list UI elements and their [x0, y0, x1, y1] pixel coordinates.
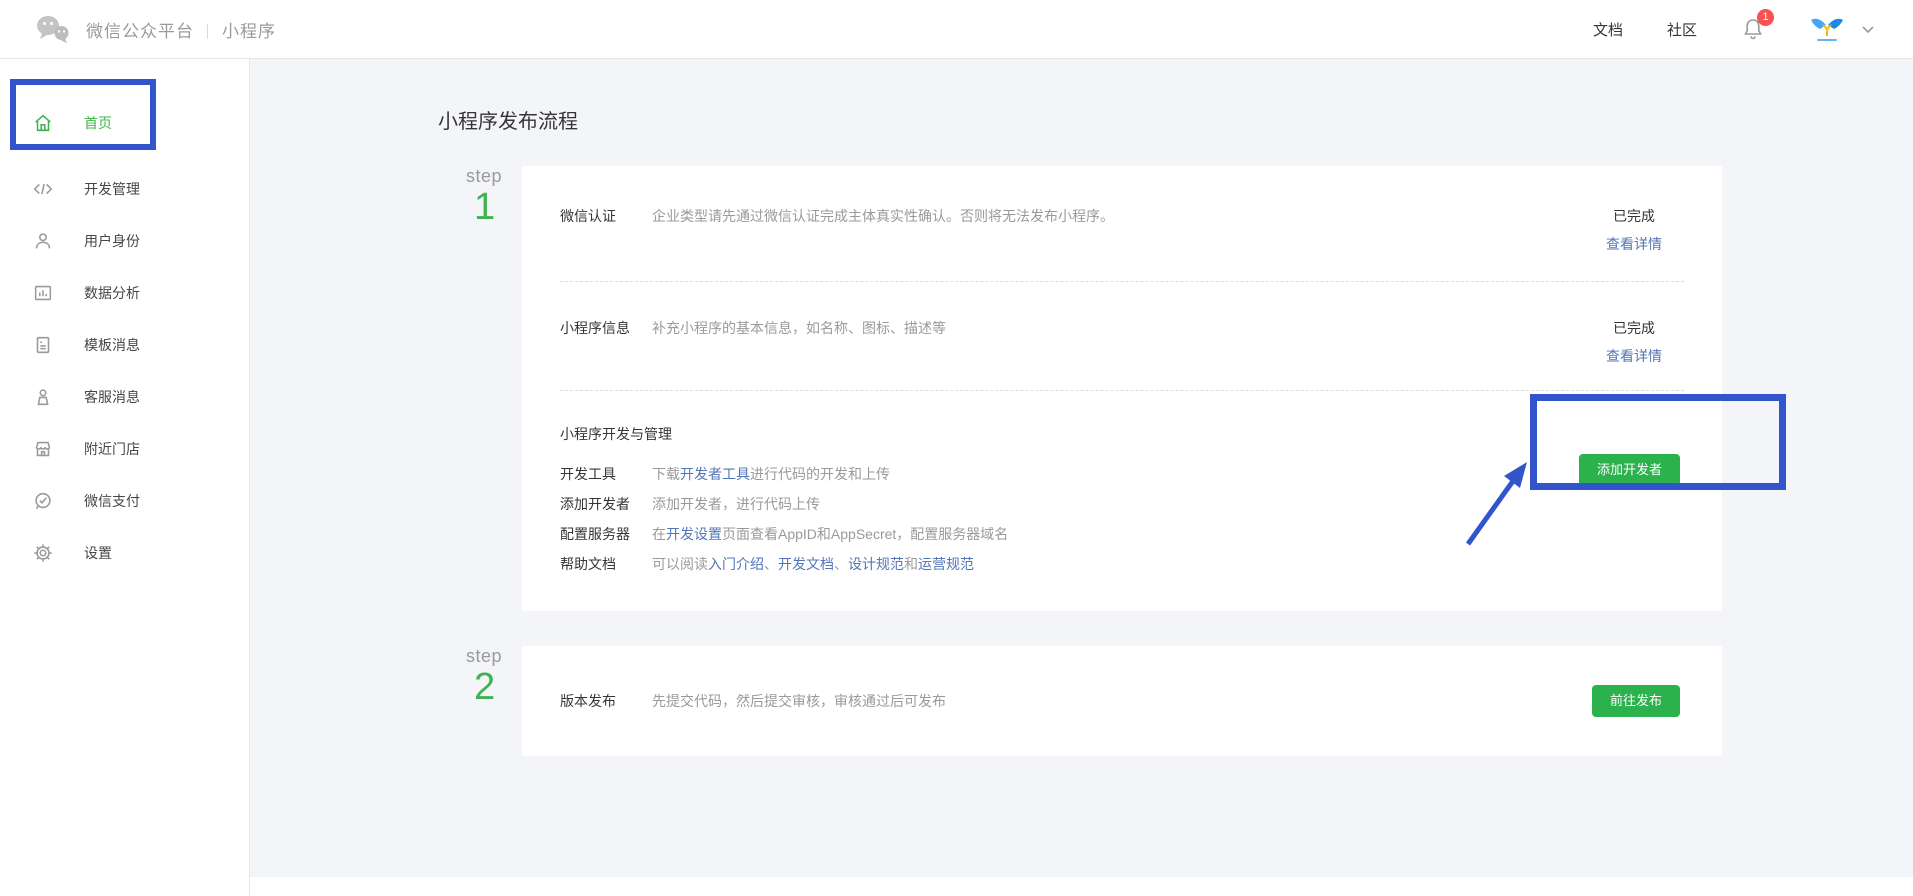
dev-item-config-server: 配置服务器 在开发设置页面查看AppID和AppSecret，配置服务器域名: [560, 526, 1579, 543]
bar-chart-icon: [32, 282, 54, 304]
brand-logo-link[interactable]: 微信公众平台｜小程序: [34, 13, 276, 45]
go-release-button[interactable]: 前往发布: [1591, 685, 1680, 717]
dev-manage-section: 小程序开发与管理 开发工具 下载开发者工具进行代码的开发和上传 添加开发者 添加…: [522, 391, 1722, 611]
status-col: 已完成 查看详情: [1606, 318, 1662, 366]
dev-item-add-developer: 添加开发者 添加开发者，进行代码上传: [560, 496, 1579, 513]
body-wrap: 首页 开发管理 用户身份 数据分析 模板消息 客服消息 附近门店 微信支付 设置…: [0, 59, 1913, 896]
step-2-block: step 2 版本发布 先提交代码，然后提交审核，审核通过后可发布 前往发布: [438, 646, 1913, 756]
nav-docs-link[interactable]: 文档: [1593, 19, 1623, 40]
dev-item-label: 添加开发者: [560, 496, 630, 512]
nav-community-link[interactable]: 社区: [1667, 19, 1697, 40]
operation-spec-link[interactable]: 运营规范: [918, 556, 974, 572]
template-message-icon: [32, 334, 54, 356]
account-menu-button[interactable]: [1809, 15, 1875, 43]
customer-service-icon: [32, 386, 54, 408]
code-icon: [32, 178, 54, 200]
sidebar-item-template-message[interactable]: 模板消息: [0, 319, 249, 371]
dev-item-label: 配置服务器: [560, 526, 630, 542]
main-area: 小程序发布流程 step 1 微信认证 企业类型请先通过微信认证完成主体真实性确…: [250, 59, 1913, 896]
view-details-link[interactable]: 查看详情: [1606, 236, 1662, 252]
status-col: 已完成 查看详情: [1606, 206, 1662, 254]
sidebar-item-label: 模板消息: [84, 337, 140, 353]
sidebar-item-label: 用户身份: [84, 233, 140, 249]
wechat-logo-icon: [34, 13, 72, 45]
view-details-link[interactable]: 查看详情: [1606, 348, 1662, 364]
notification-badge: 1: [1757, 9, 1774, 26]
dev-item-label: 开发工具: [560, 466, 616, 482]
row-label: 小程序信息: [560, 320, 630, 336]
sidebar-nav: 首页 开发管理 用户身份 数据分析 模板消息 客服消息 附近门店 微信支付 设置: [0, 59, 250, 896]
header-right: 文档 社区 1: [1593, 9, 1875, 43]
footer-strip: [250, 877, 1913, 896]
dev-item-desc: 添加开发者，进行代码上传: [652, 496, 820, 512]
brand-title: 微信公众平台｜小程序: [86, 21, 277, 41]
sidebar-item-settings[interactable]: 设置: [0, 527, 249, 579]
gear-icon: [32, 542, 54, 564]
row-version-release: 版本发布 先提交代码，然后提交审核，审核通过后可发布 前往发布: [522, 646, 1722, 756]
dev-item-desc: 在开发设置页面查看AppID和AppSecret，配置服务器域名: [652, 526, 1009, 542]
step-1-indicator: step 1: [438, 166, 522, 611]
sidebar-item-nearby-store[interactable]: 附近门店: [0, 423, 249, 475]
page-title: 小程序发布流程: [438, 111, 578, 133]
sidebar-item-customer-service[interactable]: 客服消息: [0, 371, 249, 423]
row-label: 版本发布: [560, 693, 616, 709]
sidebar-item-user-identity[interactable]: 用户身份: [0, 215, 249, 267]
row-label: 微信认证: [560, 208, 616, 224]
step-2-card: 版本发布 先提交代码，然后提交审核，审核通过后可发布 前往发布: [522, 646, 1722, 756]
sidebar-item-label: 数据分析: [84, 285, 140, 301]
devtools-link[interactable]: 开发者工具: [680, 466, 750, 482]
sidebar-item-home[interactable]: 首页: [0, 97, 249, 149]
step-word: step: [466, 166, 503, 186]
row-wechat-auth: 微信认证 企业类型请先通过微信认证完成主体真实性确认。否则将无法发布小程序。 已…: [522, 166, 1722, 281]
account-avatar: [1809, 15, 1845, 43]
dev-item-tools: 开发工具 下载开发者工具进行代码的开发和上传: [560, 466, 1579, 483]
app-window: 微信公众平台｜小程序 文档 社区 1 首页 开发管理 用户身份 数据分析 模板消…: [0, 0, 1913, 896]
dev-docs-link[interactable]: 开发文档: [778, 556, 834, 572]
sidebar-item-label: 首页: [84, 115, 112, 131]
step-2-indicator: step 2: [438, 646, 522, 756]
sidebar-item-dev-manage[interactable]: 开发管理: [0, 163, 249, 215]
sidebar-item-label: 微信支付: [84, 493, 140, 509]
top-header: 微信公众平台｜小程序 文档 社区 1: [0, 0, 1913, 59]
store-icon: [32, 438, 54, 460]
home-icon: [32, 112, 54, 134]
notification-bell-button[interactable]: 1: [1741, 9, 1774, 42]
wechat-pay-icon: [32, 490, 54, 512]
section-title: 小程序开发与管理: [560, 426, 672, 442]
status-done: 已完成: [1613, 320, 1655, 336]
sidebar-item-wechat-pay[interactable]: 微信支付: [0, 475, 249, 527]
sidebar-item-label: 开发管理: [84, 181, 140, 197]
row-desc: 补充小程序的基本信息，如名称、图标、描述等: [652, 320, 946, 336]
sidebar-item-label: 设置: [84, 545, 112, 561]
sidebar-item-label: 客服消息: [84, 389, 140, 405]
dev-settings-link[interactable]: 开发设置: [666, 526, 722, 542]
step-number: 2: [474, 666, 496, 708]
add-developer-button[interactable]: 添加开发者: [1578, 454, 1680, 486]
sidebar-item-data-analysis[interactable]: 数据分析: [0, 267, 249, 319]
row-miniprogram-info: 小程序信息 补充小程序的基本信息，如名称、图标、描述等 已完成 查看详情: [522, 282, 1722, 390]
intro-link[interactable]: 入门介绍: [708, 556, 764, 572]
step-1-block: step 1 微信认证 企业类型请先通过微信认证完成主体真实性确认。否则将无法发…: [438, 166, 1913, 611]
chevron-down-icon: [1861, 25, 1875, 34]
dev-item-desc: 可以阅读入门介绍、开发文档、设计规范和运营规范: [652, 556, 974, 572]
row-desc: 先提交代码，然后提交审核，审核通过后可发布: [652, 693, 946, 709]
row-desc: 企业类型请先通过微信认证完成主体真实性确认。否则将无法发布小程序。: [652, 208, 1114, 224]
user-icon: [32, 230, 54, 252]
sidebar-item-label: 附近门店: [84, 441, 140, 457]
dev-item-desc: 下载开发者工具进行代码的开发和上传: [652, 466, 890, 482]
step-number: 1: [474, 186, 496, 228]
step-word: step: [466, 646, 503, 666]
dev-item-help-docs: 帮助文档 可以阅读入门介绍、开发文档、设计规范和运营规范: [560, 556, 1579, 573]
status-done: 已完成: [1613, 208, 1655, 224]
step-1-card: 微信认证 企业类型请先通过微信认证完成主体真实性确认。否则将无法发布小程序。 已…: [522, 166, 1722, 611]
design-spec-link[interactable]: 设计规范: [848, 556, 904, 572]
dev-item-label: 帮助文档: [560, 556, 616, 572]
